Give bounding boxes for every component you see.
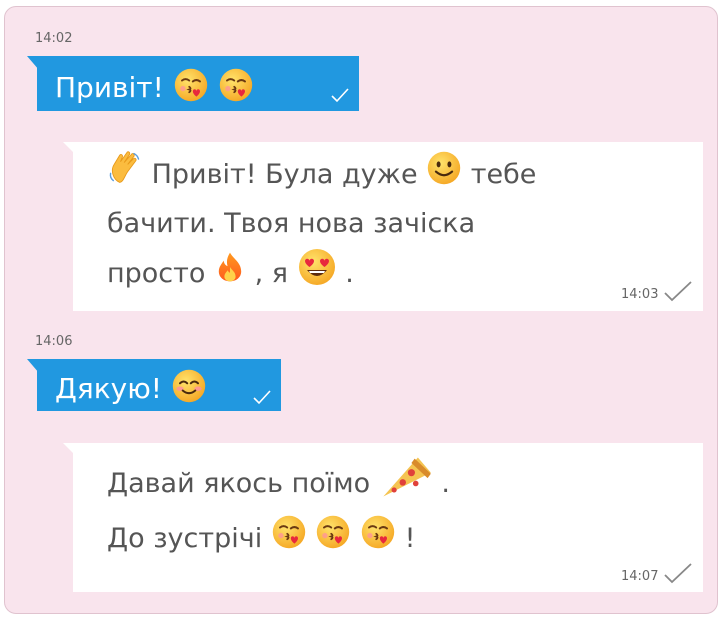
bubble-tail [27,359,39,373]
message-text-block: Привіт! Була дуже тебе бачити. Твоя нова… [107,150,536,302]
message-text-block: Давай якось поїмо . До зустрічі ! [107,455,450,565]
outgoing-message-bubble[interactable]: Дякую! [27,359,281,412]
message-text-block: Привіт! [55,67,254,111]
message-line: До зустрічі ! [107,514,450,565]
kissing-face-with-heart-icon [360,514,396,565]
smiling-face-with-blush-icon [171,368,207,412]
message-text: Привіт! Була дуже [151,159,418,190]
incoming-message-bubble[interactable]: Привіт! Була дуже тебе бачити. Твоя нова… [63,142,703,311]
waving-hand-icon [107,150,143,201]
message-text: ! [404,523,416,554]
message-timestamp: 14:07 [621,569,659,584]
message-line: Привіт! Була дуже тебе [107,150,536,201]
message-text: Дякую! [55,372,162,405]
heart-eyes-face-icon [297,247,337,302]
message-text: . [441,468,450,499]
checkmark-icon [331,88,349,103]
checkmark-icon [253,390,271,405]
message-text-block: Дякую! [55,368,207,412]
message-text: До зустрічі [107,523,263,554]
message-text: , я [254,258,289,289]
message-timestamp: 14:06 [35,334,73,349]
message-text: тебе [470,159,537,190]
message-timestamp: 14:03 [621,287,659,302]
kissing-face-with-heart-icon [315,514,351,565]
message-timestamp: 14:02 [35,31,73,46]
bubble-tail [27,56,39,70]
kissing-face-with-heart-icon [173,67,209,111]
message-line: бачити. Твоя нова зачіска [107,208,476,239]
message-line: Давай якось поїмо . [107,455,450,514]
slightly-smiling-face-icon [426,150,462,201]
outgoing-message-bubble[interactable]: Привіт! [27,56,359,111]
chat-area: 14:02 Привіт! Привіт! Була дуже тебе бач… [4,6,718,614]
message-text: просто [107,258,206,289]
message-text: . [345,258,354,289]
message-text: Давай якось поїмо [107,468,371,499]
checkmark-icon [664,563,692,584]
message-text: Привіт! [55,71,164,104]
bubble-tail [63,142,75,154]
bubble-tail [63,443,75,455]
checkmark-icon [664,281,692,302]
kissing-face-with-heart-icon [271,514,307,565]
message-line: просто , я . [107,247,536,302]
pizza-slice-icon [379,455,433,514]
incoming-message-bubble[interactable]: Давай якось поїмо . До зустрічі ! 14:07 [63,443,703,592]
fire-icon [214,249,246,300]
kissing-face-with-heart-icon [218,67,254,111]
